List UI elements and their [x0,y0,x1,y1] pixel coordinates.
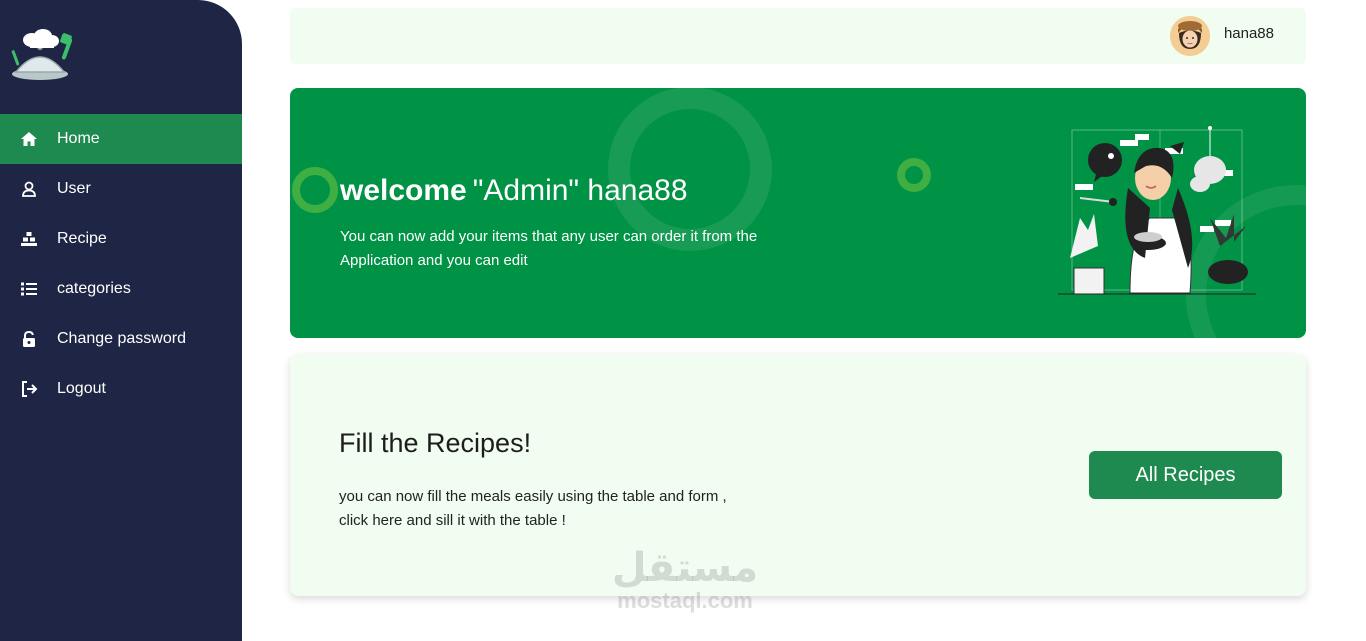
top-header: hana88 [290,8,1306,64]
home-icon [20,130,38,148]
header-username[interactable]: hana88 [1224,25,1274,42]
sidebar-item-categories[interactable]: categories [0,264,242,314]
card-title: Fill the Recipes! [339,428,532,458]
logout-icon [20,380,38,398]
sidebar-item-change-password[interactable]: Change password [0,314,242,364]
card-text-line: click here and sill it with the table ! [339,512,566,529]
chef-woman-illustration [1050,118,1270,303]
fill-recipes-card: Fill the Recipes! you can now fill the m… [290,354,1306,596]
welcome-role-user: "Admin" hana88 [472,174,688,207]
watermark-latin: mostaql.com [617,588,753,613]
user-icon [20,180,38,198]
welcome-heading: welcome "Admin" hana88 [340,174,688,208]
decor-ring-small [897,158,931,192]
all-recipes-button[interactable]: All Recipes [1089,451,1282,499]
sidebar-item-label: categories [57,280,131,297]
sidebar-item-label: Change password [57,330,186,347]
sidebar-item-label: Home [57,130,100,147]
welcome-text: You can now add your items that any user… [340,228,758,269]
avatar[interactable] [1170,16,1210,56]
sidebar-item-home[interactable]: Home [0,114,242,164]
sidebar: Home User Recipe categories Change passw… [0,0,242,641]
welcome-word: welcome [340,174,467,207]
sidebar-item-label: Logout [57,380,106,397]
watermark-arabic: مستقل [611,545,759,591]
decor-ring-left [292,167,338,213]
card-text-line: you can now fill the meals easily using … [339,488,727,505]
sidebar-item-label: User [57,180,91,197]
unlock-icon [20,330,38,348]
sidebar-item-user[interactable]: User [0,164,242,214]
sidebar-item-recipe[interactable]: Recipe [0,214,242,264]
watermark: مستقل mostaql.com [600,548,770,614]
sidebar-item-logout[interactable]: Logout [0,364,242,414]
recipe-icon [20,230,38,248]
sidebar-nav: Home User Recipe categories Change passw… [0,114,242,414]
card-text: you can now fill the meals easily using … [339,485,779,533]
chef-logo-icon[interactable] [10,28,82,84]
sidebar-item-label: Recipe [57,230,107,247]
welcome-banner: welcome "Admin" hana88 You can now add yo… [290,88,1306,338]
list-icon [20,280,38,298]
